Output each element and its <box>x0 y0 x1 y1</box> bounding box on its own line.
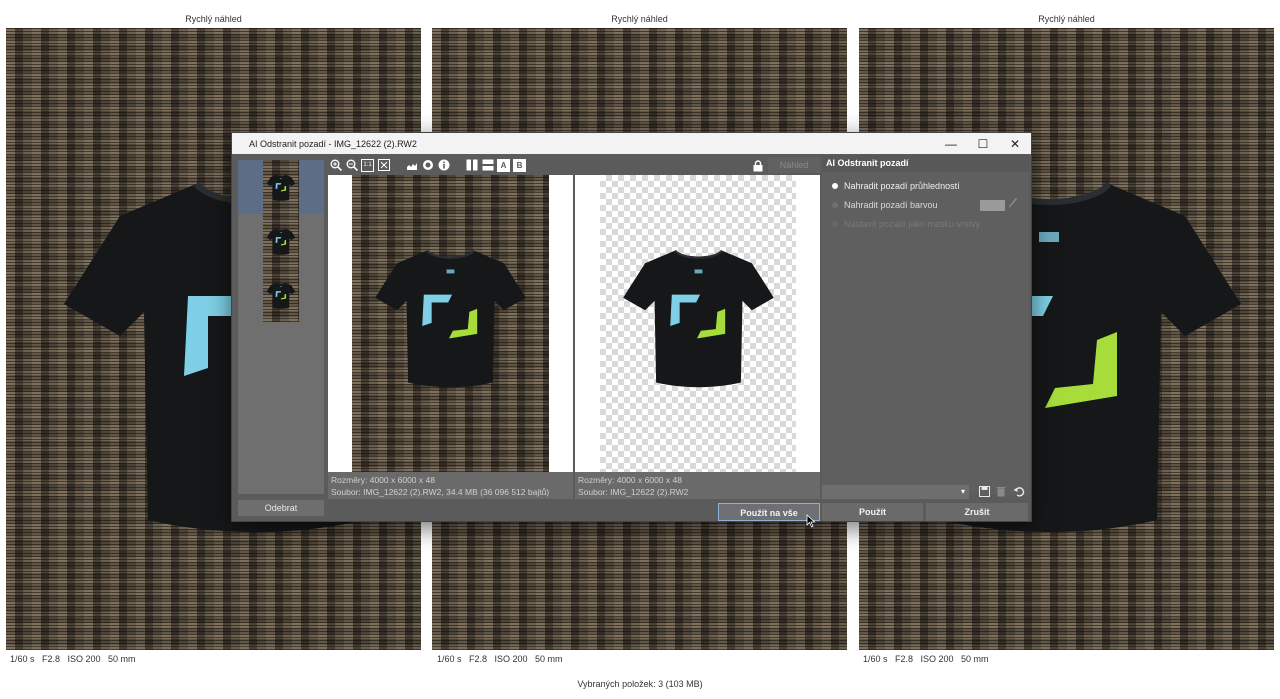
tshirt-image <box>373 249 528 389</box>
tshirt-image <box>621 249 776 389</box>
pane-meta-3: 1/60 s F2.8 ISO 200 50 mm <box>863 654 989 664</box>
zoom-fit-icon[interactable] <box>377 159 390 172</box>
result-dimensions: Rozměry: 4000 x 6000 x 48 <box>578 475 682 485</box>
thumbnail-2[interactable] <box>263 214 299 268</box>
dialog-title: AI Odstranit pozadí - IMG_12622 (2).RW2 <box>249 138 417 149</box>
settings-panel-header: AI Odstranit pozadí <box>822 155 1029 172</box>
option-transparent-label: Nahradit pozadí průhledností <box>844 181 960 191</box>
tshirt-image <box>266 228 296 256</box>
preset-dropdown[interactable]: ▾ <box>822 485 969 499</box>
remove-button[interactable]: Odebrat <box>238 500 324 516</box>
apply-all-button[interactable]: Použít na vše <box>718 503 820 521</box>
mask-icon[interactable] <box>421 159 434 172</box>
mouse-cursor-icon <box>806 514 816 528</box>
zoom-in-icon[interactable] <box>329 159 342 172</box>
apply-button[interactable]: Použít <box>822 503 923 521</box>
original-image-info: Rozměry: 4000 x 6000 x 48 Soubor: IMG_12… <box>328 472 573 499</box>
original-photo <box>352 175 549 472</box>
minimize-icon[interactable]: — <box>935 133 967 154</box>
option-layer-mask: Nastavit pozadí jako masku vrstvy <box>832 219 980 229</box>
option-color-label: Nahradit pozadí barvou <box>844 200 938 210</box>
result-image-info: Rozměry: 4000 x 6000 x 48 Soubor: IMG_12… <box>575 472 820 499</box>
delete-preset-icon[interactable] <box>994 484 1008 498</box>
radio-selected-icon[interactable] <box>832 183 838 189</box>
original-file-info: Soubor: IMG_12622 (2).RW2, 34.4 MB (36 0… <box>331 487 550 497</box>
option-layer-mask-label: Nastavit pozadí jako masku vrstvy <box>844 219 981 229</box>
save-preset-icon[interactable] <box>977 484 991 498</box>
split-horizontal-icon[interactable] <box>481 159 494 172</box>
view-b-icon[interactable]: B <box>513 158 526 172</box>
ai-remove-background-dialog: AI Odstranit pozadí - IMG_12622 (2).RW2 … <box>231 132 1032 522</box>
close-icon[interactable]: ✕ <box>999 133 1031 154</box>
result-image-view[interactable] <box>575 175 820 472</box>
eyedropper-icon[interactable] <box>1008 197 1020 211</box>
result-file-info: Soubor: IMG_12622 (2).RW2 <box>578 487 689 497</box>
maximize-icon[interactable]: ☐ <box>967 133 999 154</box>
radio-icon[interactable] <box>832 202 838 208</box>
lock-icon[interactable] <box>752 159 764 172</box>
transparent-result <box>600 175 796 472</box>
split-vertical-icon[interactable] <box>465 159 478 172</box>
pane-title-1: Rychlý náhled <box>185 14 242 24</box>
radio-disabled-icon <box>832 221 838 227</box>
background-color-swatch[interactable] <box>980 200 1005 211</box>
thumbnail-list <box>238 160 324 494</box>
tshirt-image <box>266 282 296 310</box>
option-color[interactable]: Nahradit pozadí barvou <box>832 200 938 210</box>
thumbnail-3[interactable] <box>263 268 299 322</box>
pane-meta-2: 1/60 s F2.8 ISO 200 50 mm <box>437 654 563 664</box>
thumbnail-1[interactable] <box>263 160 299 214</box>
tshirt-image <box>266 174 296 202</box>
original-dimensions: Rozměry: 4000 x 6000 x 48 <box>331 475 435 485</box>
settings-panel: AI Odstranit pozadí Nahradit pozadí průh… <box>822 155 1029 499</box>
chevron-down-icon: ▾ <box>960 487 965 496</box>
view-toolbar: 1:1 A B <box>329 155 819 175</box>
info-icon[interactable] <box>437 159 450 172</box>
reset-icon[interactable] <box>1012 484 1026 498</box>
zoom-out-icon[interactable] <box>345 159 358 172</box>
cancel-button[interactable]: Zrušit <box>926 503 1028 521</box>
pane-title-2: Rychlý náhled <box>611 14 668 24</box>
original-image-view[interactable] <box>328 175 573 472</box>
pane-title-3: Rychlý náhled <box>1038 14 1095 24</box>
zoom-1to1-icon[interactable]: 1:1 <box>361 158 374 172</box>
preview-button[interactable]: Náhled <box>768 157 820 173</box>
pane-meta-1: 1/60 s F2.8 ISO 200 50 mm <box>10 654 136 664</box>
view-a-icon[interactable]: A <box>497 158 510 172</box>
option-transparent[interactable]: Nahradit pozadí průhledností <box>832 181 960 191</box>
histogram-icon[interactable] <box>405 159 418 172</box>
status-bar: Vybraných položek: 3 (103 MB) <box>577 679 703 689</box>
dialog-titlebar[interactable]: AI Odstranit pozadí - IMG_12622 (2).RW2 … <box>232 133 1031 154</box>
